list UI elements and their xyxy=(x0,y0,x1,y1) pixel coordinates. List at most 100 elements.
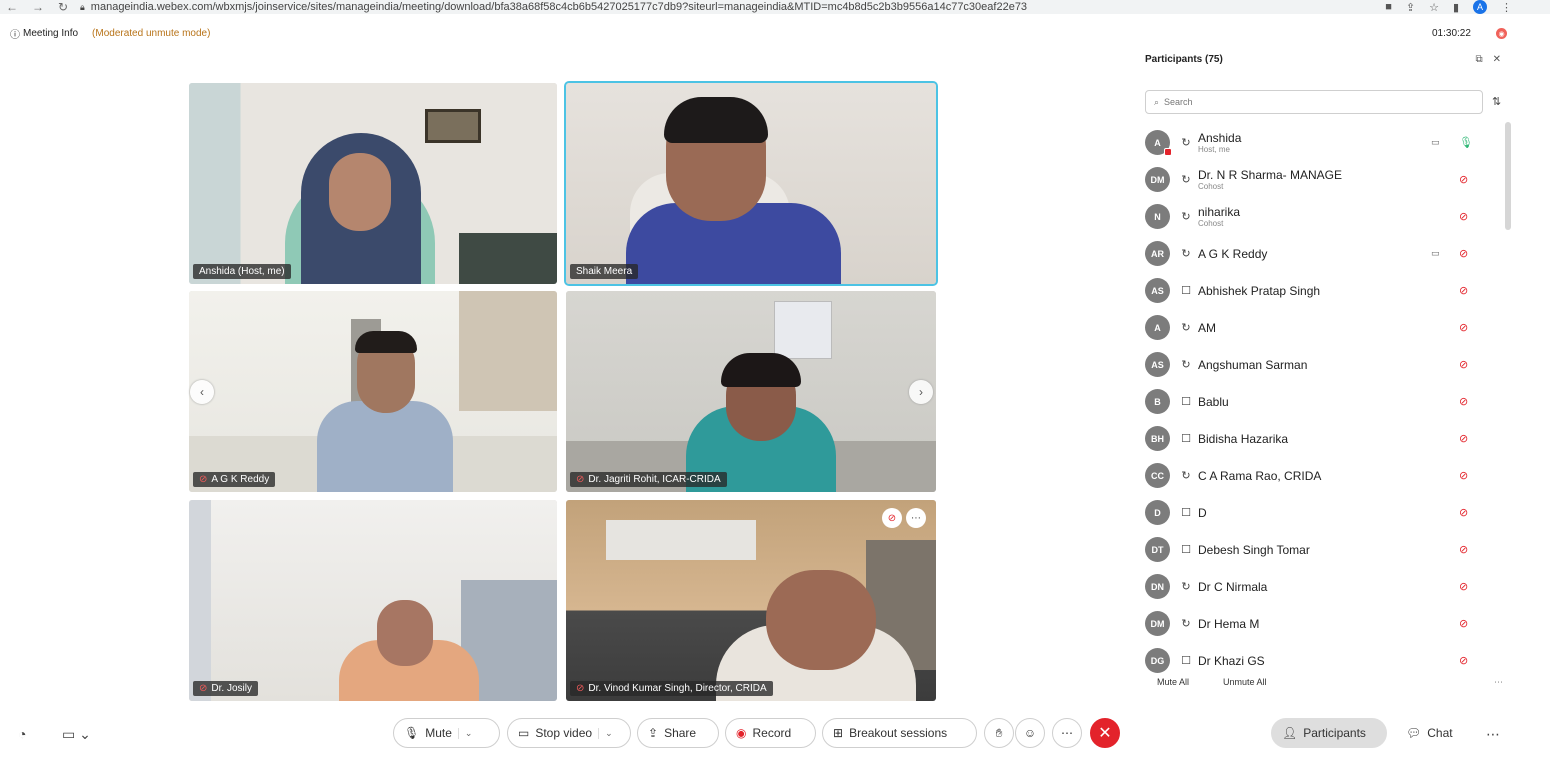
participant-row[interactable]: A ↻ Anshida Host, me ▭ 🎙︎ xyxy=(1145,124,1485,161)
participant-row[interactable]: DG ☐ Dr Khazi GS ⊘ xyxy=(1145,642,1485,679)
participant-row[interactable]: AR ↻ A G K Reddy ▭ ⊘ xyxy=(1145,235,1485,272)
browser-menu-icon[interactable]: ⋮ xyxy=(1501,1,1512,14)
phone-icon: ☐ xyxy=(1181,396,1191,408)
tile-more-options-button[interactable]: ⋯ xyxy=(906,508,926,528)
reload-icon[interactable]: ↻ xyxy=(58,0,68,14)
participant-row[interactable]: BH ☐ Bidisha Hazarika ⊘ xyxy=(1145,420,1485,457)
participants-panel: Participants (75) ⧉ ✕ ⌕ Search ⇅ A ↻ Anshi… xyxy=(1137,40,1517,705)
mic-muted-icon[interactable]: ⊘ xyxy=(1459,506,1468,519)
search-icon: ⌕ xyxy=(1154,96,1160,107)
participant-row[interactable]: D ☐ D ⊘ xyxy=(1145,494,1485,531)
raise-hand-button[interactable]: ✋︎ xyxy=(984,718,1014,748)
chevron-left-icon: ‹ xyxy=(200,385,204,399)
reactions-button[interactable]: ☺ xyxy=(1015,718,1045,748)
headset-icon: ↻ xyxy=(1181,137,1191,149)
participant-role: Host, me xyxy=(1198,145,1231,154)
video-tile[interactable]: ⊘ ⋯ ⊘ Dr. Vinod Kumar Singh, Director, CR… xyxy=(566,500,936,701)
person-icon: 👤︎ xyxy=(1282,726,1298,740)
mic-muted-icon[interactable]: ⊘ xyxy=(1459,469,1468,482)
phone-icon: ☐ xyxy=(1181,433,1191,445)
panel-tools: ⧉ ✕ xyxy=(1475,54,1501,65)
chat-button[interactable]: 💬︎ Chat xyxy=(1395,718,1461,748)
mic-muted-icon[interactable]: ⊘ xyxy=(1459,395,1468,408)
mute-all-button[interactable]: Mute All xyxy=(1157,677,1189,687)
participant-list-scrollbar[interactable] xyxy=(1505,122,1511,230)
participant-row[interactable]: CC ↻ C A Rama Rao, CRIDA ⊘ xyxy=(1145,457,1485,494)
profile-avatar[interactable]: A xyxy=(1473,0,1487,14)
participant-name: Dr Khazi GS xyxy=(1198,653,1265,668)
participant-name: Dr C Nirmala xyxy=(1198,579,1268,594)
chevron-down-icon[interactable]: ⌄ xyxy=(457,727,472,739)
leave-meeting-button[interactable]: ✕ xyxy=(1090,718,1120,748)
mic-muted-icon[interactable]: ⊘ xyxy=(1459,210,1468,223)
mic-muted-icon[interactable]: ⊘ xyxy=(1459,432,1468,445)
mic-muted-icon[interactable]: ⊘ xyxy=(1459,654,1468,667)
footer-more-icon[interactable]: ⋯ xyxy=(1494,677,1503,688)
participant-info: D xyxy=(1198,506,1207,520)
panel-more-icon[interactable]: ⋯ xyxy=(1486,726,1500,743)
mic-muted-icon[interactable]: ⊘ xyxy=(1459,543,1468,556)
stop-video-button[interactable]: ▭ Stop video ⌄ xyxy=(507,718,631,748)
bookmark-star-icon[interactable]: ☆ xyxy=(1429,1,1439,14)
mute-button[interactable]: 🎙︎ Mute ⌄ xyxy=(393,718,500,748)
participant-row[interactable]: AS ↻ Angshuman Sarman ⊘ xyxy=(1145,346,1485,383)
chevron-right-icon: › xyxy=(919,385,923,399)
unmute-all-button[interactable]: Unmute All xyxy=(1223,677,1267,687)
participant-name: A G K Reddy xyxy=(1198,246,1268,261)
mic-muted-icon[interactable]: ⊘ xyxy=(1459,358,1468,371)
video-tile-active-speaker[interactable]: Shaik Meera xyxy=(566,83,936,284)
breakout-sessions-button[interactable]: ⊞ Breakout sessions xyxy=(822,718,977,748)
record-button[interactable]: ◉ Record xyxy=(725,718,816,748)
sort-icon[interactable]: ⇅ xyxy=(1492,95,1501,108)
mic-muted-icon[interactable]: ⊘ xyxy=(1459,580,1468,593)
forward-icon[interactable]: → xyxy=(32,0,44,14)
participants-button[interactable]: 👤︎ Participants xyxy=(1271,718,1387,748)
participant-row[interactable]: DM ↻ Dr. N R Sharma- MANAGE Cohost ⊘ xyxy=(1145,161,1485,198)
chevron-down-icon[interactable]: ⌄ xyxy=(598,727,613,739)
participant-info: Bablu xyxy=(1198,395,1229,409)
mic-muted-icon[interactable]: ⊘ xyxy=(1459,321,1468,334)
browser-nav: ← → ↻ xyxy=(0,0,80,14)
previous-page-button[interactable]: ‹ xyxy=(190,380,214,404)
participant-row[interactable]: DT ☐ Debesh Singh Tomar ⊘ xyxy=(1145,531,1485,568)
camera-indicator-icon[interactable]: ■ xyxy=(1385,1,1392,13)
video-tile[interactable]: ⊘ Dr. Josily xyxy=(189,500,557,701)
more-options-button[interactable]: ⋯ xyxy=(1052,718,1082,748)
participant-row[interactable]: DM ↻ Dr Hema M ⊘ xyxy=(1145,605,1485,642)
share-button[interactable]: ⇪ Share xyxy=(637,718,719,748)
mic-muted-icon[interactable]: ⊘ xyxy=(1459,173,1468,186)
back-icon[interactable]: ← xyxy=(6,0,18,14)
video-tile[interactable]: ⊘ Dr. Jagriti Rohit, ICAR-CRIDA xyxy=(566,291,936,492)
connection-status-icon[interactable]: ◔ xyxy=(18,726,26,742)
participant-row[interactable]: A ↻ AM ⊘ xyxy=(1145,309,1485,346)
close-icon[interactable]: ✕ xyxy=(1493,54,1501,65)
participant-row[interactable]: AS ☐ Abhishek Pratap Singh ⊘ xyxy=(1145,272,1485,309)
meeting-info-button[interactable]: ⓘ Meeting Info xyxy=(10,26,78,41)
next-page-button[interactable]: › xyxy=(909,380,933,404)
video-tile[interactable]: ⊘ A G K Reddy xyxy=(189,291,557,492)
participant-info: Dr C Nirmala xyxy=(1198,580,1267,594)
microphone-icon[interactable]: 🎙︎ xyxy=(1459,136,1473,149)
recording-indicator-icon[interactable]: ◉ xyxy=(1496,28,1507,39)
participant-row[interactable]: N ↻ niharika Cohost ⊘ xyxy=(1145,198,1485,235)
share-page-icon[interactable]: ⇪ xyxy=(1406,1,1415,14)
captions-icon[interactable]: ▭ ⌄ xyxy=(62,726,91,743)
participant-info: Anshida Host, me xyxy=(1198,131,1241,154)
participant-row[interactable]: B ☐ Bablu ⊘ xyxy=(1145,383,1485,420)
mic-muted-icon[interactable]: ⊘ xyxy=(1459,617,1468,630)
mic-muted-icon: ⊘ xyxy=(576,474,585,485)
side-panel-icon[interactable]: ▮ xyxy=(1453,1,1459,14)
participant-info: Dr Hema M xyxy=(1198,617,1259,631)
tile-name-label: ⊘ A G K Reddy xyxy=(193,472,276,487)
participant-info: Dr. N R Sharma- MANAGE Cohost xyxy=(1198,168,1342,191)
participant-hair xyxy=(664,97,768,143)
address-bar[interactable]: 🔒︎ manageindia.webex.com/wbxmjs/joinserv… xyxy=(80,1,1385,13)
wall-edge xyxy=(189,500,211,701)
popout-icon[interactable]: ⧉ xyxy=(1475,54,1482,65)
participant-search-input[interactable]: ⌕ Search xyxy=(1145,90,1483,114)
mic-muted-icon[interactable]: ⊘ xyxy=(1459,247,1468,260)
video-tile[interactable]: Anshida (Host, me) xyxy=(189,83,557,284)
mic-muted-icon[interactable]: ⊘ xyxy=(1459,284,1468,297)
participants-label: Participants xyxy=(1303,726,1366,740)
participant-row[interactable]: DN ↻ Dr C Nirmala ⊘ xyxy=(1145,568,1485,605)
